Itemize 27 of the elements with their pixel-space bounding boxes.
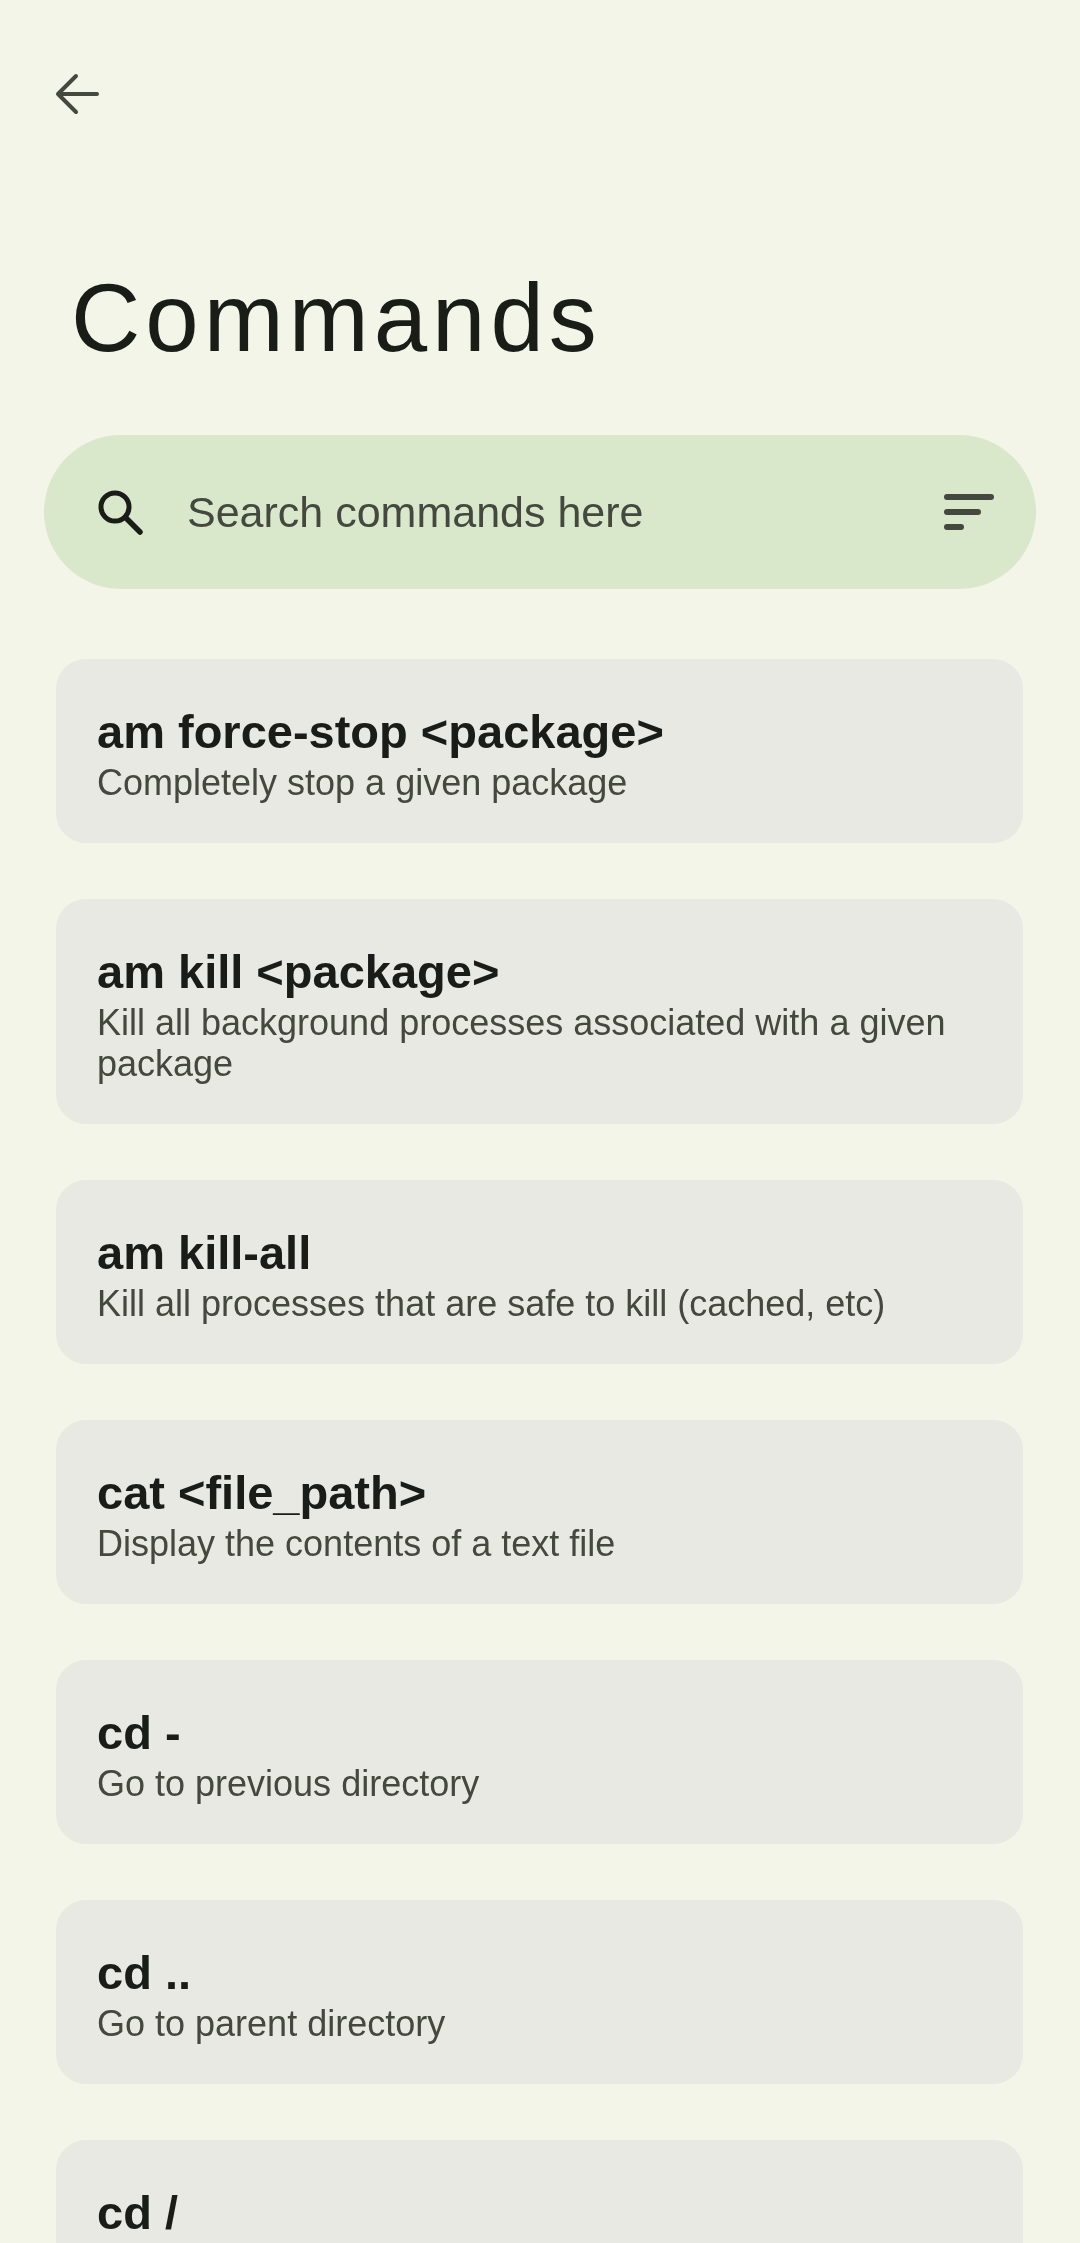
command-name: cd -	[97, 1705, 181, 1761]
command-card[interactable]: am kill-all Kill all processes that are safe to kill (cached, etc)	[56, 1180, 1023, 1364]
search-input[interactable]: Search commands here	[187, 482, 924, 542]
command-name: cat <file_path>	[97, 1465, 427, 1521]
command-description: Display the contents of a text file	[97, 1523, 617, 1564]
command-description: Completely stop a given package	[97, 762, 629, 803]
command-card[interactable]: cd .. Go to parent directory	[56, 1900, 1023, 2084]
back-button[interactable]	[55, 72, 99, 116]
command-card[interactable]: cat <file_path> Display the contents of a text file	[56, 1420, 1023, 1604]
command-description: Kill all background processes associated with a given package	[97, 1002, 947, 1084]
sort-icon[interactable]	[944, 494, 994, 530]
page-title: Commands	[71, 263, 602, 373]
command-name: am kill-all	[97, 1225, 312, 1281]
command-name: cd /	[97, 2185, 178, 2241]
command-description: Go to previous directory	[97, 1763, 481, 1804]
command-name: cd ..	[97, 1945, 192, 2001]
back-arrow-icon	[55, 72, 99, 116]
command-card[interactable]: cd - Go to previous directory	[56, 1660, 1023, 1844]
command-name: am force-stop <package>	[97, 704, 664, 760]
command-description: Kill all processes that are safe to kill (cached, etc)	[97, 1283, 887, 1324]
command-description: Go to parent directory	[97, 2003, 447, 2044]
command-card[interactable]: am force-stop <package> Completely stop a given package	[56, 659, 1023, 843]
command-name: am kill <package>	[97, 944, 500, 1000]
search-icon	[96, 488, 144, 536]
command-card[interactable]: cd /	[56, 2140, 1023, 2243]
search-field[interactable]: Search commands here	[44, 435, 1036, 589]
command-card[interactable]: am kill <package> Kill all background processes associated with a given package	[56, 899, 1023, 1124]
